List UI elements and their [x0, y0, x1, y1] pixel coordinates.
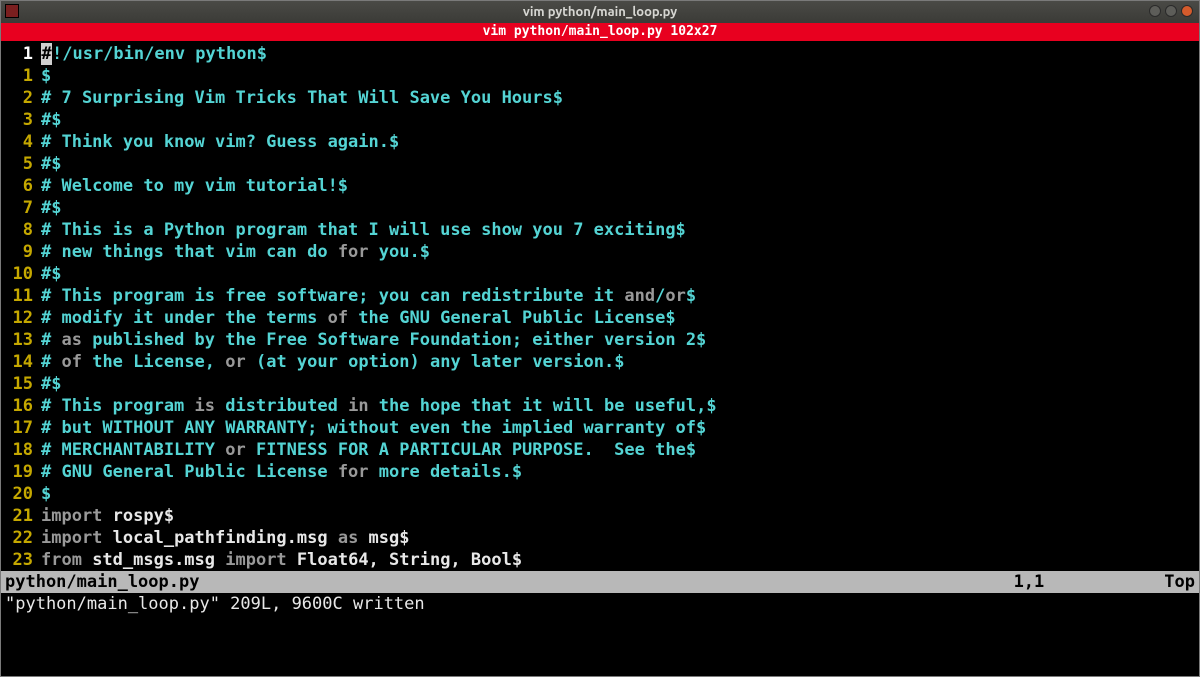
- terminal-window: vim python/main_loop.py vim python/main_…: [0, 0, 1200, 677]
- line-number: 10: [1, 263, 41, 285]
- code-content: #$: [41, 197, 1199, 219]
- line-number: 17: [1, 417, 41, 439]
- line-number: 3: [1, 109, 41, 131]
- code-line: 2# 7 Surprising Vim Tricks That Will Sav…: [1, 87, 1199, 109]
- line-number: 6: [1, 175, 41, 197]
- tmux-window-title: vim python/main_loop.py 102x27: [483, 21, 718, 43]
- vim-editor[interactable]: 1 #!/usr/bin/env python$ 1$ 2# 7 Surpris…: [1, 41, 1199, 676]
- code-content: # Welcome to my vim tutorial!$: [41, 175, 1199, 197]
- code-content: #$: [41, 109, 1199, 131]
- code-content: #$: [41, 373, 1199, 395]
- code-line: 13# as published by the Free Software Fo…: [1, 329, 1199, 351]
- code-line: 23from std_msgs.msg import Float64, Stri…: [1, 549, 1199, 571]
- line-number: 23: [1, 549, 41, 571]
- code-content: # This program is free software; you can…: [41, 285, 1199, 307]
- code-content: # of the License, or (at your option) an…: [41, 351, 1199, 373]
- code-content: # but WITHOUT ANY WARRANTY; without even…: [41, 417, 1199, 439]
- line-number: 2: [1, 87, 41, 109]
- line-number: 19: [1, 461, 41, 483]
- code-line: 7#$: [1, 197, 1199, 219]
- code-line: 3#$: [1, 109, 1199, 131]
- terminal-app-icon: [5, 4, 19, 18]
- code-line: 6# Welcome to my vim tutorial!$: [1, 175, 1199, 197]
- line-number: 15: [1, 373, 41, 395]
- maximize-icon[interactable]: [1165, 5, 1177, 17]
- code-line: 15#$: [1, 373, 1199, 395]
- vim-statusline: python/main_loop.py 1,1 Top: [1, 571, 1199, 593]
- line-number: 5: [1, 153, 41, 175]
- code-line: 8# This is a Python program that I will …: [1, 219, 1199, 241]
- code-content: #$: [41, 153, 1199, 175]
- code-line: 4# Think you know vim? Guess again.$: [1, 131, 1199, 153]
- code-line: 18# MERCHANTABILITY or FITNESS FOR A PAR…: [1, 439, 1199, 461]
- status-file: python/main_loop.py: [5, 571, 199, 593]
- code-line: 20$: [1, 483, 1199, 505]
- line-number: 20: [1, 483, 41, 505]
- code-line: 1 #!/usr/bin/env python$: [1, 43, 1199, 65]
- code-content: # new things that vim can do for you.$: [41, 241, 1199, 263]
- code-content: # as published by the Free Software Foun…: [41, 329, 1199, 351]
- line-number: 11: [1, 285, 41, 307]
- cursor-block: #: [41, 43, 52, 65]
- line-number: 21: [1, 505, 41, 527]
- line-number: 4: [1, 131, 41, 153]
- window-title: vim python/main_loop.py: [523, 1, 677, 23]
- code-content: import rospy$: [41, 505, 1199, 527]
- line-number: 8: [1, 219, 41, 241]
- code-content: $: [41, 65, 1199, 87]
- code-line: 17# but WITHOUT ANY WARRANTY; without ev…: [1, 417, 1199, 439]
- window-titlebar[interactable]: vim python/main_loop.py: [1, 1, 1199, 23]
- line-number: 12: [1, 307, 41, 329]
- code-line: 10#$: [1, 263, 1199, 285]
- line-number: 9: [1, 241, 41, 263]
- code-line: 14# of the License, or (at your option) …: [1, 351, 1199, 373]
- code-line: 11# This program is free software; you c…: [1, 285, 1199, 307]
- tmux-status-bar: vim python/main_loop.py 102x27: [1, 23, 1199, 41]
- line-number: 7: [1, 197, 41, 219]
- code-line: 1$: [1, 65, 1199, 87]
- code-line: 19# GNU General Public License for more …: [1, 461, 1199, 483]
- line-number: 16: [1, 395, 41, 417]
- code-content: # 7 Surprising Vim Tricks That Will Save…: [41, 87, 1199, 109]
- line-number: 18: [1, 439, 41, 461]
- write-message: "python/main_loop.py" 209L, 9600C writte…: [5, 593, 425, 615]
- code-line: 21import rospy$: [1, 505, 1199, 527]
- line-number: 13: [1, 329, 41, 351]
- code-content: from std_msgs.msg import Float64, String…: [41, 549, 1199, 571]
- code-content: #!/usr/bin/env python$: [41, 43, 1199, 65]
- code-line: 5#$: [1, 153, 1199, 175]
- status-cursor-pos: 1,1: [1014, 571, 1045, 593]
- vim-message-line: "python/main_loop.py" 209L, 9600C writte…: [1, 593, 1199, 615]
- close-icon[interactable]: [1181, 5, 1193, 17]
- code-line: 9# new things that vim can do for you.$: [1, 241, 1199, 263]
- line-number: 1: [1, 65, 41, 87]
- line-number-current: 1: [1, 43, 41, 65]
- status-scroll: Top: [1164, 571, 1195, 593]
- code-line: 22import local_pathfinding.msg as msg$: [1, 527, 1199, 549]
- code-content: $: [41, 483, 1199, 505]
- window-controls: [1149, 5, 1193, 17]
- code-content: # MERCHANTABILITY or FITNESS FOR A PARTI…: [41, 439, 1199, 461]
- line-number: 22: [1, 527, 41, 549]
- code-content: #$: [41, 263, 1199, 285]
- code-content: # This program is distributed in the hop…: [41, 395, 1199, 417]
- minimize-icon[interactable]: [1149, 5, 1161, 17]
- code-content: # modify it under the terms of the GNU G…: [41, 307, 1199, 329]
- code-content: # GNU General Public License for more de…: [41, 461, 1199, 483]
- code-content: # This is a Python program that I will u…: [41, 219, 1199, 241]
- code-line: 16# This program is distributed in the h…: [1, 395, 1199, 417]
- line-number: 14: [1, 351, 41, 373]
- code-line: 12# modify it under the terms of the GNU…: [1, 307, 1199, 329]
- code-content: import local_pathfinding.msg as msg$: [41, 527, 1199, 549]
- code-content: # Think you know vim? Guess again.$: [41, 131, 1199, 153]
